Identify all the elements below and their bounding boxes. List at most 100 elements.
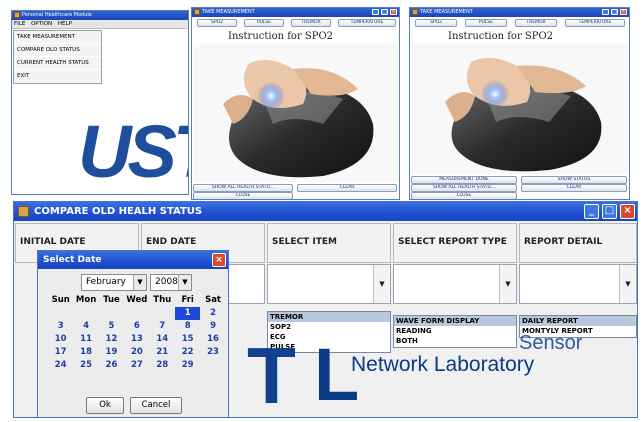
calendar-day[interactable]: 7 <box>150 320 175 333</box>
calendar-day[interactable]: 19 <box>99 346 124 359</box>
calendar-day[interactable]: 25 <box>73 359 98 372</box>
chevron-down-icon[interactable]: ▼ <box>133 275 146 290</box>
calendar-day[interactable]: 14 <box>150 333 175 346</box>
menu-item-exit[interactable]: EXIT <box>14 70 101 83</box>
maximize-icon[interactable]: □ <box>611 9 618 15</box>
close-button[interactable]: CLOSE <box>193 192 293 199</box>
take-measurement-window-2: TAKE MEASUREMENT _ □ × SPO2 PULSE TREMOR… <box>409 7 630 200</box>
calendar-day[interactable]: 29 <box>175 359 200 372</box>
calendar-day[interactable]: 9 <box>200 320 225 333</box>
tab-pulse[interactable]: PULSE <box>465 19 507 27</box>
tm2-titlebar: TAKE MEASUREMENT _ □ × <box>410 8 629 17</box>
close-icon[interactable]: × <box>390 9 397 15</box>
chevron-down-icon[interactable]: ▼ <box>499 265 516 303</box>
list-item[interactable]: BOTH <box>394 336 516 346</box>
select-item-combo[interactable]: ▼ <box>267 264 391 304</box>
lab-name-line1: Sensor <box>519 332 583 354</box>
calendar-day[interactable]: 15 <box>175 333 200 346</box>
calendar-day[interactable]: 8 <box>175 320 200 333</box>
calendar-day[interactable]: 18 <box>73 346 98 359</box>
weekday-header: Sun Mon Tue Wed Thu Fri Sat <box>48 294 226 307</box>
calendar-week: 24 25 26 27 28 29 <box>48 359 226 372</box>
tab-tremor[interactable]: TREMOR <box>291 19 331 27</box>
chevron-down-icon[interactable]: ▼ <box>373 265 390 303</box>
calendar-day[interactable]: 5 <box>99 320 124 333</box>
close-icon[interactable]: × <box>620 204 635 219</box>
close-button[interactable]: CLOSE <box>411 192 517 199</box>
minimize-icon[interactable]: _ <box>584 204 599 219</box>
chevron-down-icon[interactable]: ▼ <box>178 275 191 290</box>
report-type-list: WAVE FORM DISPLAY READING BOTH <box>393 315 517 348</box>
maximize-icon[interactable]: □ <box>381 9 388 15</box>
header-select-report-type: SELECT REPORT TYPE <box>393 223 517 263</box>
calendar-day[interactable]: 2 <box>200 307 225 320</box>
show-all-health-status-button[interactable]: SHOW ALL HEALTH STATU... <box>411 184 517 192</box>
ok-button[interactable]: Ok <box>86 397 124 414</box>
calendar-day[interactable]: 24 <box>48 359 73 372</box>
calendar-week: 10 11 12 13 14 15 16 <box>48 333 226 346</box>
close-icon[interactable]: × <box>212 253 226 267</box>
calendar-day[interactable]: 27 <box>124 359 149 372</box>
calendar-day[interactable]: 28 <box>150 359 175 372</box>
show-all-health-status-button[interactable]: SHOW ALL HEALTH STATU... <box>193 184 293 192</box>
calendar-day[interactable]: 1 <box>174 307 201 320</box>
app-icon <box>412 9 418 15</box>
minimize-icon[interactable]: _ <box>372 9 379 15</box>
tab-spo2[interactable]: SPO2 <box>415 19 457 27</box>
calendar-day[interactable]: 4 <box>73 320 98 333</box>
calendar-day[interactable]: 21 <box>150 346 175 359</box>
select-date-titlebar: Select Date × <box>38 251 228 269</box>
calendar-day[interactable]: 11 <box>73 333 98 346</box>
maximize-icon[interactable]: □ <box>602 204 617 219</box>
menu-item-current-health-status[interactable]: CURRENT HEALTH STATUS <box>14 57 101 70</box>
show-status-button[interactable]: SHOW STATUS <box>521 176 627 184</box>
tab-temperature[interactable]: TEMPERATURE <box>338 19 396 27</box>
calendar-day[interactable]: 3 <box>48 320 73 333</box>
calendar-day[interactable]: 12 <box>99 333 124 346</box>
calendar-week: 3456789 <box>48 320 226 333</box>
app-icon <box>14 12 20 18</box>
weekday-label: Thu <box>153 295 172 305</box>
chevron-down-icon[interactable]: ▼ <box>619 265 636 303</box>
measurement-done-button[interactable]: MEASUREMENT DONE <box>411 176 517 184</box>
calendar-day[interactable]: 22 <box>175 346 200 359</box>
calendar-empty-cell <box>73 307 98 320</box>
menu-option[interactable]: OPTION <box>31 21 52 27</box>
list-item[interactable]: TREMOR <box>268 312 390 322</box>
tab-pulse[interactable]: PULSE <box>244 19 284 27</box>
weekday-label: Wed <box>126 295 148 305</box>
tab-temperature[interactable]: TEMPERATURE <box>565 19 625 27</box>
calendar-day[interactable]: 17 <box>48 346 73 359</box>
select-report-type-combo[interactable]: ▼ <box>393 264 517 304</box>
calendar-day[interactable]: 26 <box>99 359 124 372</box>
minimize-icon[interactable]: _ <box>602 9 609 15</box>
ust-logo-letter: T <box>247 331 296 420</box>
select-date-dialog: Select Date × February ▼ 2008 ▼ Sun Mon … <box>37 250 229 418</box>
tab-spo2[interactable]: SPO2 <box>197 19 237 27</box>
menu-help[interactable]: HELP <box>58 21 72 27</box>
close-icon[interactable]: × <box>620 9 627 15</box>
calendar-day[interactable]: 13 <box>124 333 149 346</box>
tab-tremor[interactable]: TREMOR <box>515 19 557 27</box>
weekday-label: Fri <box>181 295 194 305</box>
menu-item-take-measurement[interactable]: TAKE MEASUREMENT <box>14 31 101 44</box>
calendar-day[interactable]: 23 <box>200 346 225 359</box>
calendar-day[interactable]: 6 <box>124 320 149 333</box>
clear-button[interactable]: CLEAR <box>297 184 397 192</box>
cancel-button[interactable]: Cancel <box>130 397 182 414</box>
year-select[interactable]: 2008 ▼ <box>150 274 192 291</box>
clear-button[interactable]: CLEAR <box>521 184 627 192</box>
list-item[interactable]: DAILY REPORT <box>520 316 636 326</box>
calendar-day[interactable]: 20 <box>124 346 149 359</box>
list-item[interactable]: READING <box>394 326 516 336</box>
report-detail-combo[interactable]: ▼ <box>519 264 637 304</box>
menu-item-compare-old-status[interactable]: COMPARE OLD STATUS <box>14 44 101 57</box>
list-item[interactable]: WAVE FORM DISPLAY <box>394 316 516 326</box>
weekday-label: Mon <box>75 295 97 305</box>
calendar-week: 12 <box>48 307 226 320</box>
calendar-day[interactable]: 16 <box>200 333 225 346</box>
menu-file[interactable]: FILE <box>14 21 25 27</box>
ust-logo: UST <box>78 110 188 193</box>
month-select[interactable]: February ▼ <box>81 274 147 291</box>
calendar-day[interactable]: 10 <box>48 333 73 346</box>
